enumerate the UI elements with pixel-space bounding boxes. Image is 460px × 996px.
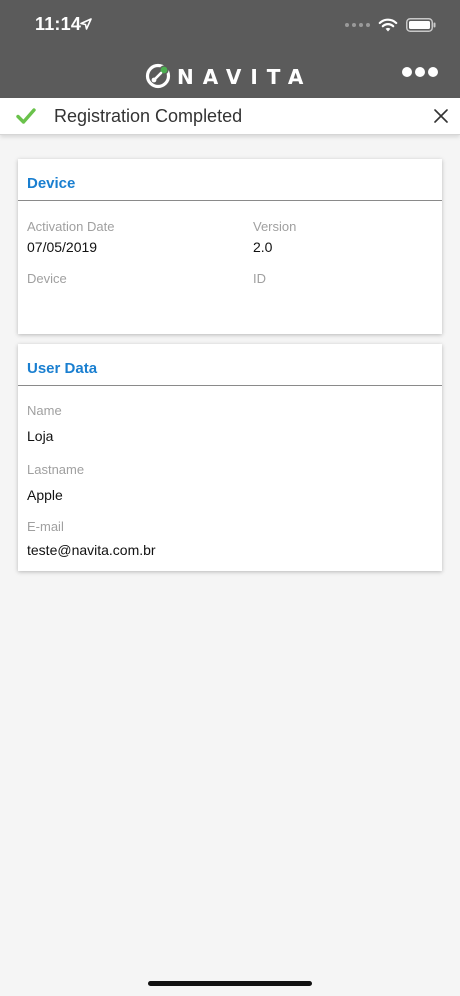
close-icon[interactable] [434,109,448,123]
lastname-label: Lastname [27,462,85,477]
home-indicator[interactable] [148,981,312,986]
version-value: 2.0 [253,239,273,255]
wifi-icon [378,18,398,32]
activation-date-value: 07/05/2019 [27,239,98,255]
status-time: 11:14 [35,14,82,34]
more-dots-icon[interactable] [402,67,438,77]
version-label: Version [253,219,297,234]
device-card-title: Device [18,159,442,201]
name-value: Loja [27,428,54,444]
device-label: Device [27,271,67,286]
name-label: Name [27,403,62,418]
signal-icon [345,23,370,27]
logo-text: NAVITA [177,65,312,89]
notice-text: Registration Completed [54,106,243,126]
location-arrow-icon [80,18,92,30]
status-bar: 11:14 [0,0,460,50]
email-label: E-mail [27,519,64,534]
email-value: teste@navita.com.br [27,542,156,558]
user-data-card: User Data Name Loja Lastname Apple E-mai… [18,344,442,571]
device-card: Device Activation Date 07/05/2019 Versio… [18,159,442,334]
battery-icon [406,18,436,32]
registration-notice: Registration Completed [0,98,460,135]
user-data-card-title: User Data [18,344,442,386]
id-label: ID [253,271,266,286]
lastname-value: Apple [27,487,63,503]
check-icon [16,108,36,124]
status-icons [345,14,436,36]
activation-date-label: Activation Date [27,219,115,234]
app-bar: NAVITA [0,50,460,98]
navita-logo: NAVITA [145,63,312,89]
